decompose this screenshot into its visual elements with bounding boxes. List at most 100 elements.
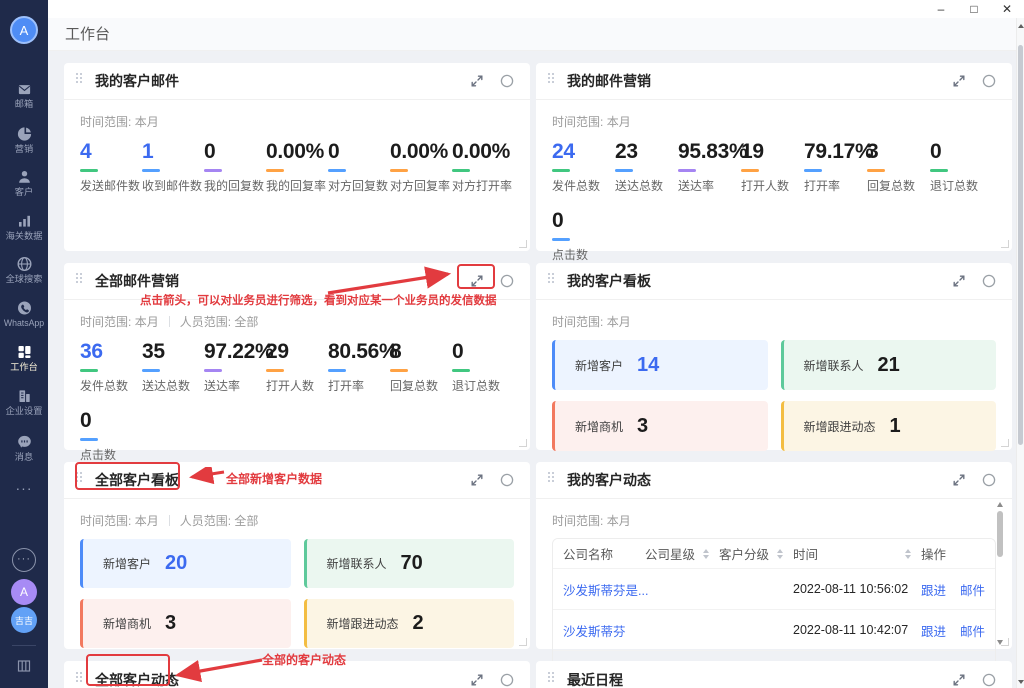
stat: 1收到邮件数 [142,141,204,194]
refresh-icon[interactable] [978,70,1000,92]
time-range-label: 时间范围: [80,313,131,330]
sort-icon[interactable] [703,549,709,559]
annotation-note-marketing: 点击箭头，可以对业务员进行筛选，看到对应某一个业务员的发信数据 [140,292,497,308]
sort-icon[interactable] [905,549,911,559]
company-link[interactable]: 沙发斯蒂芬 [563,621,626,640]
tile-new-opportunities[interactable]: 新增商机3 [80,599,291,648]
stat: 0.00%对方回复率 [390,141,452,194]
card-title: 我的邮件营销 [567,71,651,91]
maximize-button[interactable]: □ [967,0,981,18]
expand-icon[interactable] [466,70,488,92]
tile-new-customers[interactable]: 新增客户14 [552,340,768,390]
whatsapp-icon [16,300,33,316]
refresh-icon[interactable] [496,270,518,292]
stat: 0点击数 [552,210,615,263]
stat: 3回复总数 [867,141,930,194]
sidebar-item-whatsapp[interactable]: WhatsApp [0,300,48,330]
stat: 97.22%送达率 [204,341,266,394]
mail-icon [16,82,33,97]
mail-link[interactable]: 邮件 [960,580,985,599]
expand-icon[interactable] [948,270,970,292]
sidebar-item-customers[interactable]: 客户 [0,169,48,199]
card-title: 最近日程 [567,670,623,688]
expand-icon[interactable] [948,669,970,688]
expand-icon[interactable] [466,469,488,491]
expand-icon[interactable] [948,70,970,92]
table-row: 沙发斯蒂芬是... 2022-08-11 10:56:02 跟进邮件 [553,568,995,609]
sidebar: A 邮箱 营销 客户 海关数据 全球搜索 WhatsApp 工作台 企业设置 消… [0,0,48,688]
sidebar-item-global-search[interactable]: 全球搜索 [0,256,48,286]
columns-icon[interactable] [16,658,32,679]
sidebar-item-messages[interactable]: 消息 [0,434,48,464]
card-title: 我的客户看板 [567,271,651,291]
card-my-customer-activity: 我的客户动态 时间范围: 本月 公司名称 公司星级 客户分级 时间 操作 沙发斯… [536,462,1012,649]
refresh-icon[interactable] [978,469,1000,491]
card-title: 全部邮件营销 [95,271,179,291]
sidebar-item-enterprise-settings[interactable]: 企业设置 [0,388,48,418]
building-icon [16,388,33,404]
card-my-mail-marketing: 我的邮件营销 时间范围: 本月 24发件总数 23送达总数 95.83%送达率 … [536,63,1012,251]
minimize-button[interactable]: – [934,0,948,18]
card-title: 全部客户动态 [95,670,179,688]
time-range-label: 时间范围: [552,113,603,130]
time-range-value: 本月 [135,313,159,330]
card-title: 全部客户看板 [95,470,179,490]
sidebar-item-mail[interactable]: 邮箱 [0,82,48,111]
scroll-up-icon[interactable] [1018,24,1024,28]
sidebar-item-customs-data[interactable]: 海关数据 [0,213,48,243]
expand-icon[interactable] [948,469,970,491]
expand-icon[interactable] [466,669,488,688]
page-scrollbar[interactable] [1016,18,1024,688]
stat: 0点击数 [80,410,142,463]
tile-new-contacts[interactable]: 新增联系人70 [304,539,515,588]
avatar-a[interactable]: A [11,579,37,605]
refresh-icon[interactable] [978,270,1000,292]
avatar[interactable]: A [10,16,38,44]
column-time: 时间 [793,544,921,563]
close-button[interactable]: ✕ [1000,0,1014,18]
refresh-icon[interactable] [496,669,518,688]
sort-icon[interactable] [777,549,783,559]
sidebar-divider [12,645,36,646]
stat: 36发件总数 [80,341,142,394]
stat: 0.00%对方打开率 [452,141,514,194]
follow-up-link[interactable]: 跟进 [921,621,946,640]
stat: 0退订总数 [930,141,993,194]
tile-new-customers[interactable]: 新增客户20 [80,539,291,588]
people-range-label: 人员范围: [180,512,231,529]
dashboard-icon [16,344,33,360]
sidebar-item-workbench[interactable]: 工作台 [0,344,48,374]
time-range-label: 时间范围: [552,313,603,330]
company-link[interactable]: 沙发斯蒂芬是... [563,580,648,599]
scroll-down-icon[interactable] [1018,680,1024,684]
refresh-icon[interactable] [978,669,1000,688]
table-scrollbar[interactable] [995,502,1005,645]
follow-up-link[interactable]: 跟进 [921,580,946,599]
page-header: 工作台 [48,18,1016,51]
card-all-customer-board: 全部客户看板 时间范围: 本月 人员范围: 全部 新增客户20 新增联系人70 … [64,462,530,649]
tile-new-opportunities[interactable]: 新增商机3 [552,401,768,451]
scrollbar-thumb[interactable] [997,511,1003,557]
scrollbar-thumb[interactable] [1018,45,1023,445]
sidebar-more-icon[interactable]: ··· [0,480,48,496]
stat: 79.17%打开率 [804,141,867,194]
tile-new-contacts[interactable]: 新增联系人21 [781,340,997,390]
tile-new-followups[interactable]: 新增跟进动态1 [781,401,997,451]
time-range-value: 本月 [135,512,159,529]
activity-time: 2022-08-11 10:56:02 [793,582,921,596]
avatar-jiji[interactable]: 吉吉 [11,607,37,633]
mail-link[interactable]: 邮件 [960,621,985,640]
sidebar-item-marketing[interactable]: 营销 [0,126,48,156]
scroll-down-icon[interactable] [997,640,1003,645]
time-range-value: 本月 [607,313,631,330]
window-titlebar: – □ ✕ [48,0,1024,18]
expand-icon[interactable] [466,270,488,292]
circle-more-icon[interactable]: ··· [12,548,36,572]
column-actions: 操作 [921,544,983,563]
tile-new-followups[interactable]: 新增跟进动态2 [304,599,515,648]
scroll-up-icon[interactable] [997,502,1003,507]
refresh-icon[interactable] [496,70,518,92]
refresh-icon[interactable] [496,469,518,491]
stat: 80.56%打开率 [328,341,390,394]
annotation-note-activity: 全部的客户动态 [262,651,346,668]
